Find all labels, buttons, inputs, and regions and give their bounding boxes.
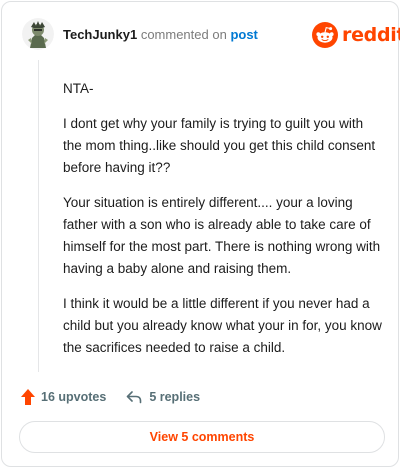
upvote-count: 16 upvotes [41,390,107,404]
post-link[interactable]: post [230,27,257,42]
username[interactable]: TechJunky1 [63,27,137,42]
commented-on-label: commented on [140,27,227,42]
replies-count: 5 replies [149,390,201,404]
comment-paragraph: I think it would be a little different i… [63,296,382,355]
avatar[interactable] [22,18,54,50]
avatar-icon [22,18,54,50]
replies-button[interactable]: 5 replies [126,390,200,404]
thread-line[interactable] [38,60,39,372]
comment-card: TechJunky1 commented on post reddit NTA-… [1,1,400,467]
comment-body: NTA- I dont get why your family is tryin… [63,78,385,372]
reddit-logo[interactable]: reddit [312,22,400,48]
upvote-arrow-icon [21,389,35,405]
reddit-wordmark: reddit [342,24,400,46]
view-comments-label: View 5 comments [149,430,255,444]
reply-arrow-icon [127,391,142,404]
upvote-button[interactable]: 16 upvotes [20,388,106,406]
comment-paragraph: NTA- [63,81,94,96]
action-bar: 16 upvotes 5 replies [20,387,200,407]
comment-paragraph: Your situation is entirely different....… [63,195,381,276]
reddit-snoo-icon [312,22,338,48]
comment-paragraph: I dont get why your family is trying to … [63,116,376,175]
view-comments-button[interactable]: View 5 comments [19,421,385,453]
comment-header: TechJunky1 commented on post [63,27,258,43]
